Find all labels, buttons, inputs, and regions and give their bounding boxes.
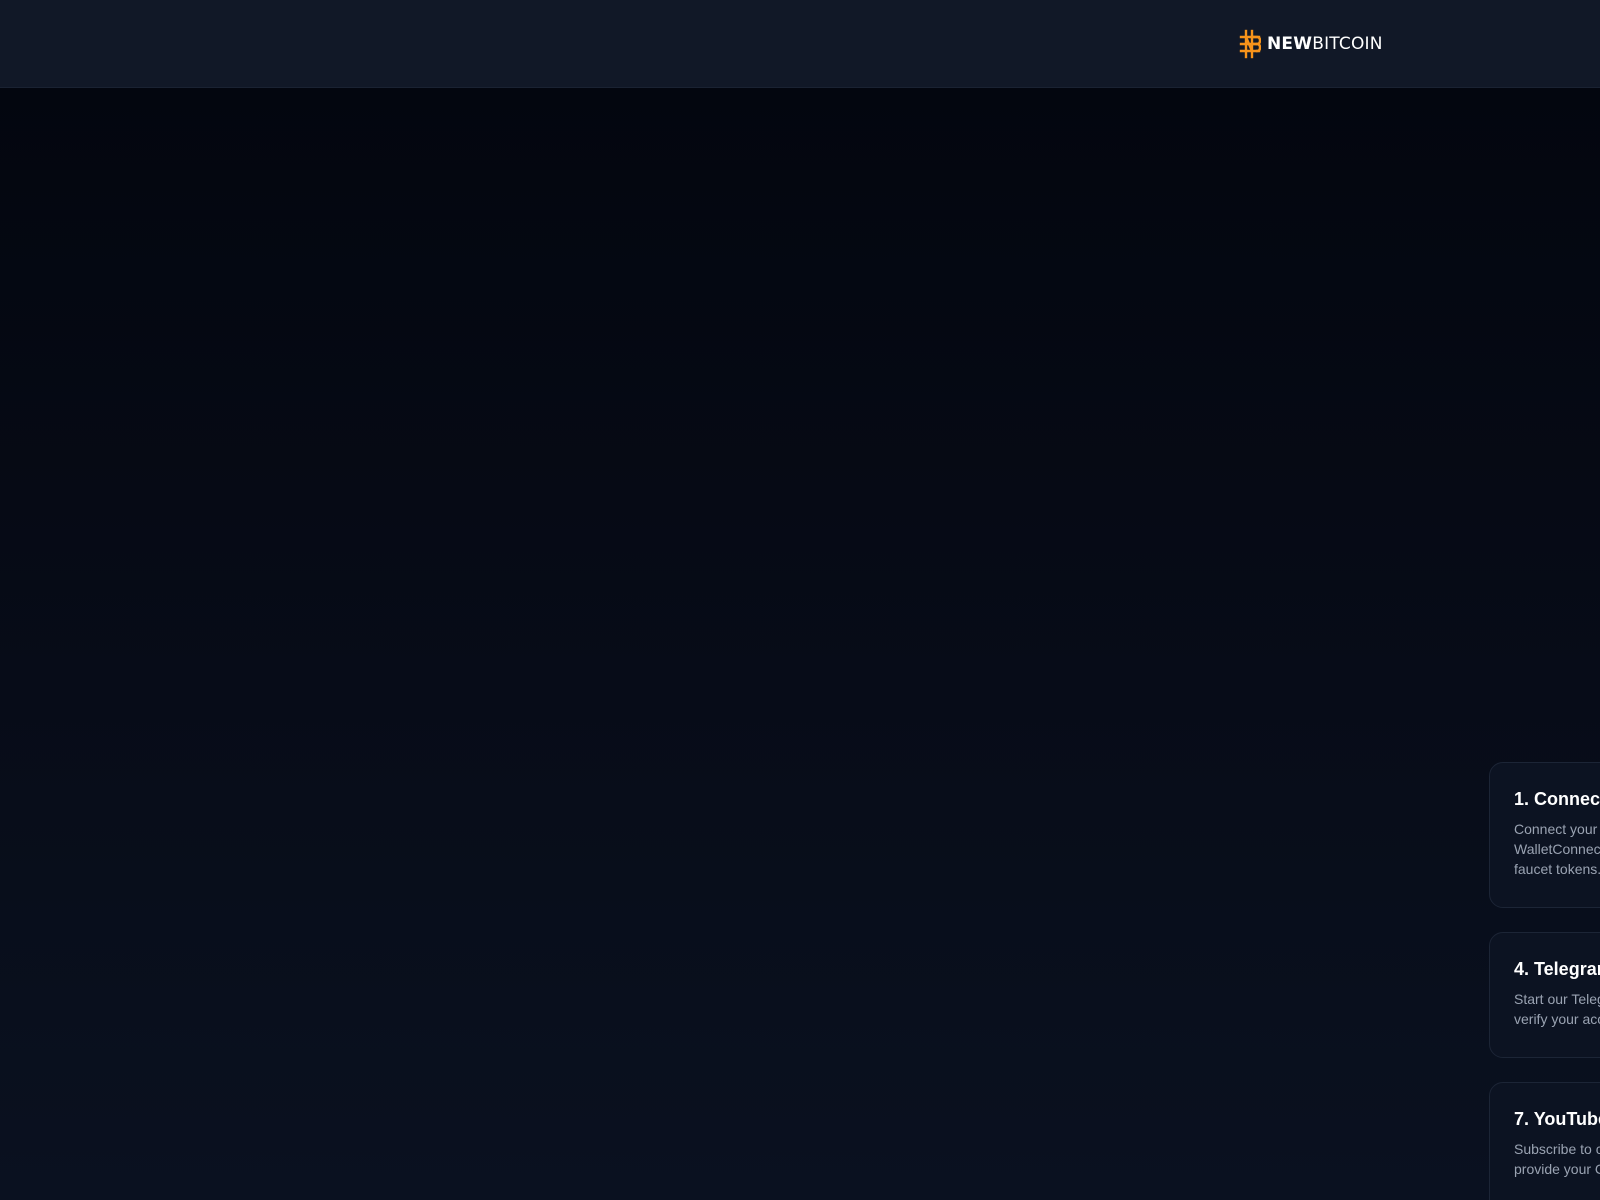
- step-card-desc-line: faucet tokens.: [1514, 861, 1600, 877]
- step-card-desc-line: provide your C: [1514, 1161, 1600, 1177]
- logo-text-new: NEW: [1267, 34, 1313, 54]
- step-card-youtube: 7. YouTube Subscribe to c provide your C: [1489, 1082, 1600, 1200]
- step-card-description: Connect your WalletConnec faucet tokens.: [1514, 819, 1600, 879]
- step-card-telegram: 4. Telegran Start our Teleg verify your …: [1489, 932, 1600, 1058]
- step-card-description: Subscribe to c provide your C: [1514, 1139, 1600, 1179]
- step-card-desc-line: WalletConnec: [1514, 841, 1600, 857]
- top-header: NEWBITCOIN: [0, 0, 1600, 88]
- step-card-title: 4. Telegran: [1514, 959, 1600, 979]
- logo-text-bitcoin: BITCOIN: [1312, 34, 1383, 54]
- step-card-desc-line: verify your acc: [1514, 1011, 1600, 1027]
- step-card-title: 7. YouTube: [1514, 1109, 1600, 1129]
- step-card-desc-line: Connect your: [1514, 821, 1598, 837]
- step-card-desc-line: Subscribe to c: [1514, 1141, 1600, 1157]
- step-card-desc-line: Start our Teleg: [1514, 991, 1600, 1007]
- step-card-title: 1. Connect: [1514, 789, 1600, 809]
- newbitcoin-logo-icon: [1239, 29, 1261, 59]
- logo-wordmark: NEWBITCOIN: [1267, 29, 1383, 59]
- step-card-connect: 1. Connect Connect your WalletConnec fau…: [1489, 762, 1600, 908]
- newbitcoin-logo[interactable]: NEWBITCOIN: [1239, 29, 1383, 59]
- step-card-description: Start our Teleg verify your acc: [1514, 989, 1600, 1029]
